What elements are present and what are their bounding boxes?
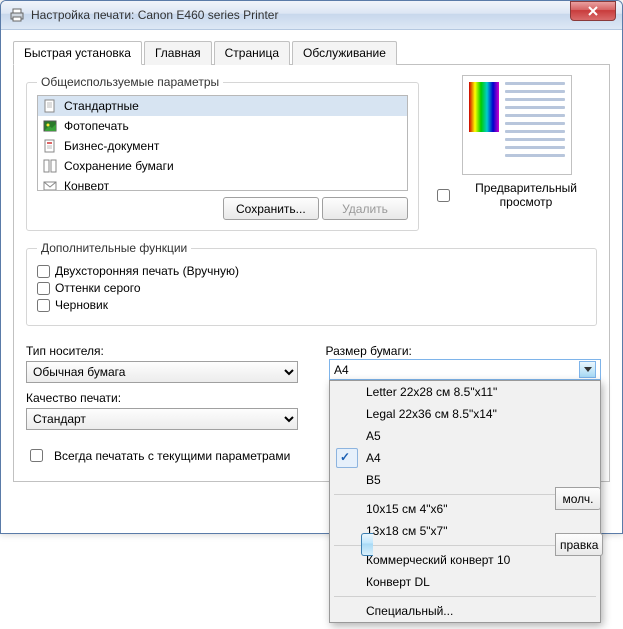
help-button-peek[interactable]: правка [555,533,603,556]
preview-color-block [469,82,499,132]
chevron-down-icon [579,361,596,378]
dropdown-item[interactable]: A4✓ [330,447,600,469]
draft-checkbox[interactable] [37,299,50,312]
checkmark-icon: ✓ [340,450,350,464]
envelope-icon [42,178,58,191]
paper-size-label: Размер бумаги: [326,344,598,358]
document-icon [42,98,58,114]
tab-strip: Быстрая установка Главная Страница Обслу… [13,40,610,65]
ok-button-peek[interactable] [361,533,373,556]
additional-functions-group: Дополнительные функции Двухсторонняя печ… [26,241,597,326]
dropdown-item[interactable]: Конверт DL [330,571,600,593]
dropdown-item[interactable]: A5 [330,425,600,447]
dropdown-separator [334,596,596,597]
grayscale-label: Оттенки серого [55,281,141,295]
tab-main[interactable]: Главная [144,41,212,65]
always-current-checkbox[interactable] [30,449,43,462]
preset-business[interactable]: Бизнес-документ [38,136,407,156]
media-type-select[interactable]: Обычная бумага [26,361,298,383]
addfunc-legend: Дополнительные функции [37,241,191,255]
presets-legend: Общеиспользуемые параметры [37,75,223,89]
paper-size-combobox-open[interactable]: A4 [329,359,601,380]
duplex-checkbox[interactable] [37,265,50,278]
defaults-button-peek[interactable]: молч. [555,487,601,510]
delete-preset-button[interactable]: Удалить [322,197,408,220]
titlebar[interactable]: Настройка печати: Canon E460 series Prin… [1,1,622,30]
preview-checkbox[interactable] [437,189,450,202]
presets-listbox[interactable]: Стандартные Фотопечать Бизнес-документ [37,95,408,191]
duplex-label: Двухсторонняя печать (Вручную) [55,264,239,278]
window-title: Настройка печати: Canon E460 series Prin… [31,8,622,22]
printer-icon [9,7,25,23]
grayscale-checkbox[interactable] [37,282,50,295]
always-current-label: Всегда печатать с текущими параметрами [54,449,290,463]
paper-size-current-value: A4 [334,363,349,377]
save-paper-icon [42,158,58,174]
dropdown-item[interactable]: Letter 22x28 см 8.5"x11" [330,381,600,403]
photo-icon [42,118,58,134]
preset-photo[interactable]: Фотопечать [38,116,407,136]
save-preset-button[interactable]: Сохранить... [223,197,319,220]
business-doc-icon [42,138,58,154]
presets-group: Общеиспользуемые параметры Стандартные Ф… [26,75,419,231]
tab-page[interactable]: Страница [214,41,290,65]
quality-label: Качество печати: [26,391,298,405]
close-button[interactable] [570,1,616,21]
dropdown-item[interactable]: Legal 22x36 см 8.5"x14" [330,403,600,425]
draft-label: Черновик [55,298,108,312]
quality-select[interactable]: Стандарт [26,408,298,430]
media-type-label: Тип носителя: [26,344,298,358]
print-preview-thumbnail [462,75,572,175]
tab-maintenance[interactable]: Обслуживание [292,41,397,65]
preview-label: Предварительный просмотр [455,181,597,209]
preset-envelope[interactable]: Конверт [38,176,407,191]
preset-standard[interactable]: Стандартные [38,96,407,116]
preset-save-paper[interactable]: Сохранение бумаги [38,156,407,176]
tab-quick-setup[interactable]: Быстрая установка [13,41,142,65]
preview-text-lines [505,82,565,162]
dropdown-item[interactable]: Специальный... [330,600,600,622]
